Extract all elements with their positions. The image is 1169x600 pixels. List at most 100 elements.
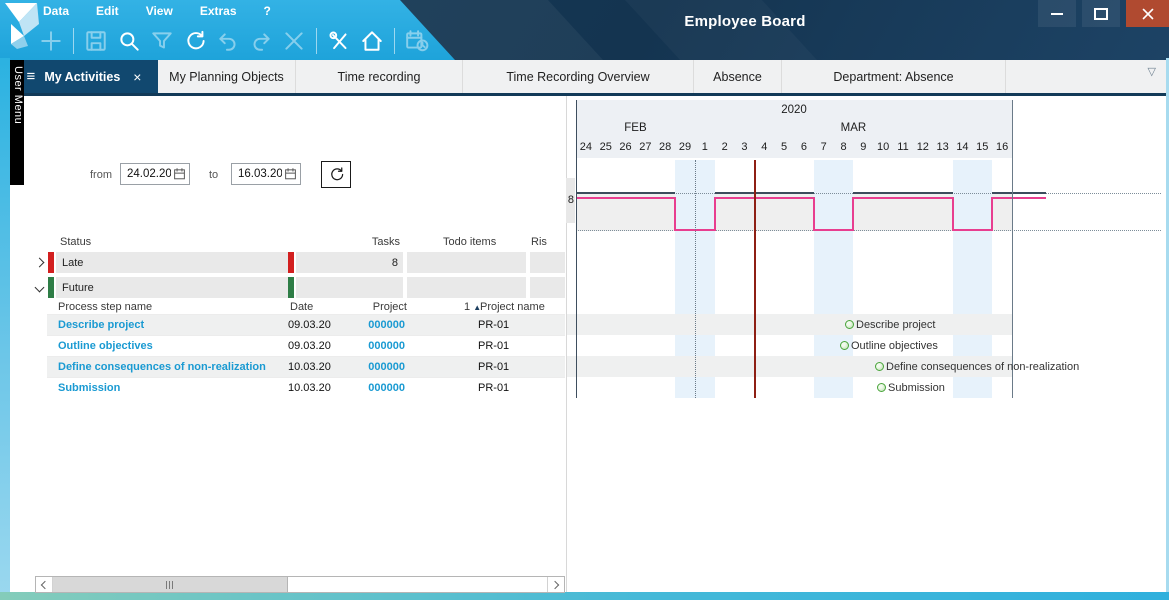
date-cell: 10.03.20 bbox=[288, 361, 331, 373]
day-label: 3 bbox=[735, 141, 755, 153]
workload-line-zero bbox=[814, 229, 854, 231]
day-label: 1 bbox=[695, 141, 715, 153]
maximize-button[interactable] bbox=[1082, 0, 1120, 27]
scroll-left-button[interactable] bbox=[36, 577, 53, 592]
table-row[interactable]: Define consequences of non-realization 10… bbox=[47, 356, 565, 378]
save-button[interactable] bbox=[81, 26, 111, 56]
day-label: 6 bbox=[794, 141, 814, 153]
menu-item-data[interactable]: Data bbox=[43, 4, 69, 18]
milestone-marker[interactable] bbox=[845, 320, 854, 329]
undo-button[interactable] bbox=[213, 26, 243, 56]
schedule-icon bbox=[405, 29, 429, 53]
tab-label: Time recording bbox=[338, 70, 421, 84]
close-icon bbox=[282, 29, 306, 53]
scroll-right-button[interactable] bbox=[547, 577, 564, 592]
sort-indicator[interactable]: 1 ▲ bbox=[464, 301, 481, 313]
process-step-link[interactable]: Define consequences of non-realization bbox=[58, 361, 266, 373]
panel-divider[interactable] bbox=[566, 96, 567, 592]
milestone-marker[interactable] bbox=[875, 362, 884, 371]
group-status-cell: Late bbox=[56, 252, 293, 273]
process-step-link[interactable]: Submission bbox=[58, 382, 120, 394]
process-step-link[interactable]: Outline objectives bbox=[58, 340, 153, 352]
table-group-row[interactable]: Future bbox=[47, 277, 565, 298]
milestone-label: Outline objectives bbox=[851, 340, 938, 352]
project-link[interactable]: 000000 bbox=[330, 340, 405, 352]
milestone-marker[interactable] bbox=[877, 383, 886, 392]
tab-label: My Activities bbox=[44, 70, 120, 84]
user-menu-strip[interactable]: User Menu bbox=[10, 60, 24, 185]
group-risks-cell bbox=[530, 277, 565, 298]
today-line bbox=[754, 160, 756, 398]
calendar-icon[interactable] bbox=[284, 167, 297, 180]
milestone-marker[interactable] bbox=[840, 341, 849, 350]
project-name-cell: PR-01 bbox=[478, 319, 509, 331]
project-name-cell: PR-01 bbox=[478, 361, 509, 373]
refresh-button[interactable] bbox=[180, 26, 210, 56]
redo-button[interactable] bbox=[246, 26, 276, 56]
menu-item-edit[interactable]: Edit bbox=[96, 4, 119, 18]
expand-collapse-chevron[interactable] bbox=[35, 283, 45, 293]
tab-my-activities[interactable]: ≡ My Activities × bbox=[10, 60, 158, 93]
project-link[interactable]: 000000 bbox=[330, 382, 405, 394]
gantt-row-band bbox=[567, 314, 1012, 335]
day-label: 8 bbox=[834, 141, 854, 153]
day-label: 16 bbox=[992, 141, 1012, 153]
close-button[interactable] bbox=[1126, 0, 1169, 27]
tab-absence[interactable]: Absence bbox=[694, 60, 782, 93]
table-row[interactable]: Submission10.03.20000000PR-01 bbox=[47, 377, 565, 399]
refresh-icon bbox=[183, 29, 207, 53]
column-header-tasks: Tasks bbox=[325, 236, 400, 248]
search-icon bbox=[117, 29, 141, 53]
workload-line-drop bbox=[674, 197, 676, 231]
chart-left-boundary bbox=[576, 100, 577, 398]
milestone-label: Submission bbox=[888, 382, 945, 394]
tools-button[interactable] bbox=[324, 26, 354, 56]
menu-item-[interactable]: ? bbox=[264, 4, 271, 18]
thumb-grip-icon bbox=[166, 581, 174, 589]
tab-time-recording-overview[interactable]: Time Recording Overview bbox=[463, 60, 694, 93]
home-icon bbox=[360, 29, 384, 53]
from-date-field-wrap bbox=[120, 163, 190, 185]
schedule-button[interactable] bbox=[402, 26, 432, 56]
project-link[interactable]: 000000 bbox=[330, 361, 405, 373]
toolbar bbox=[36, 24, 435, 57]
project-link[interactable]: 000000 bbox=[330, 319, 405, 331]
table-row[interactable]: Describe project09.03.20000000PR-01 bbox=[47, 314, 565, 336]
scrollbar-thumb[interactable] bbox=[53, 577, 288, 592]
table-group-row[interactable]: Late8 bbox=[47, 252, 565, 273]
close-icon bbox=[1142, 8, 1154, 20]
menu-item-view[interactable]: View bbox=[146, 4, 173, 18]
filter-button[interactable] bbox=[147, 26, 177, 56]
horizontal-scrollbar[interactable] bbox=[35, 576, 565, 593]
tab-my-planning-objects[interactable]: My Planning Objects bbox=[158, 60, 296, 93]
menu-item-extras[interactable]: Extras bbox=[200, 4, 237, 18]
add-button[interactable] bbox=[36, 26, 66, 56]
home-button[interactable] bbox=[357, 26, 387, 56]
tab-label: Department: Absence bbox=[833, 70, 953, 84]
close-button[interactable] bbox=[279, 26, 309, 56]
day-label: 25 bbox=[596, 141, 616, 153]
refresh-range-button[interactable] bbox=[321, 161, 351, 188]
hamburger-icon[interactable]: ≡ bbox=[27, 68, 36, 85]
expand--chevron[interactable] bbox=[35, 258, 45, 268]
process-step-link[interactable]: Describe project bbox=[58, 319, 144, 331]
project-name-cell: PR-01 bbox=[478, 340, 509, 352]
tab-department-absence[interactable]: Department: Absence bbox=[782, 60, 1006, 93]
tab-overflow-dropdown-icon[interactable]: ▽ bbox=[1148, 65, 1156, 78]
milestone-label: Define consequences of non-realization bbox=[886, 361, 1079, 373]
toolbar-separator bbox=[73, 28, 74, 54]
day-label: 5 bbox=[774, 141, 794, 153]
tab-time-recording[interactable]: Time recording bbox=[296, 60, 463, 93]
group-risks-cell bbox=[530, 252, 565, 273]
calendar-icon[interactable] bbox=[173, 167, 186, 180]
capacity-fill bbox=[853, 194, 952, 231]
search-button[interactable] bbox=[114, 26, 144, 56]
workload-line-rise bbox=[991, 197, 993, 231]
tab-close-icon[interactable]: × bbox=[133, 69, 141, 85]
capacity-fill bbox=[576, 194, 675, 231]
filter-icon bbox=[150, 29, 174, 53]
minimize-button[interactable] bbox=[1038, 0, 1076, 27]
capacity-limit-line bbox=[715, 192, 814, 194]
application-window: DataEditViewExtras? Employee Board ≡My A… bbox=[0, 0, 1169, 600]
table-row[interactable]: Outline objectives09.03.20000000PR-01 bbox=[47, 335, 565, 357]
